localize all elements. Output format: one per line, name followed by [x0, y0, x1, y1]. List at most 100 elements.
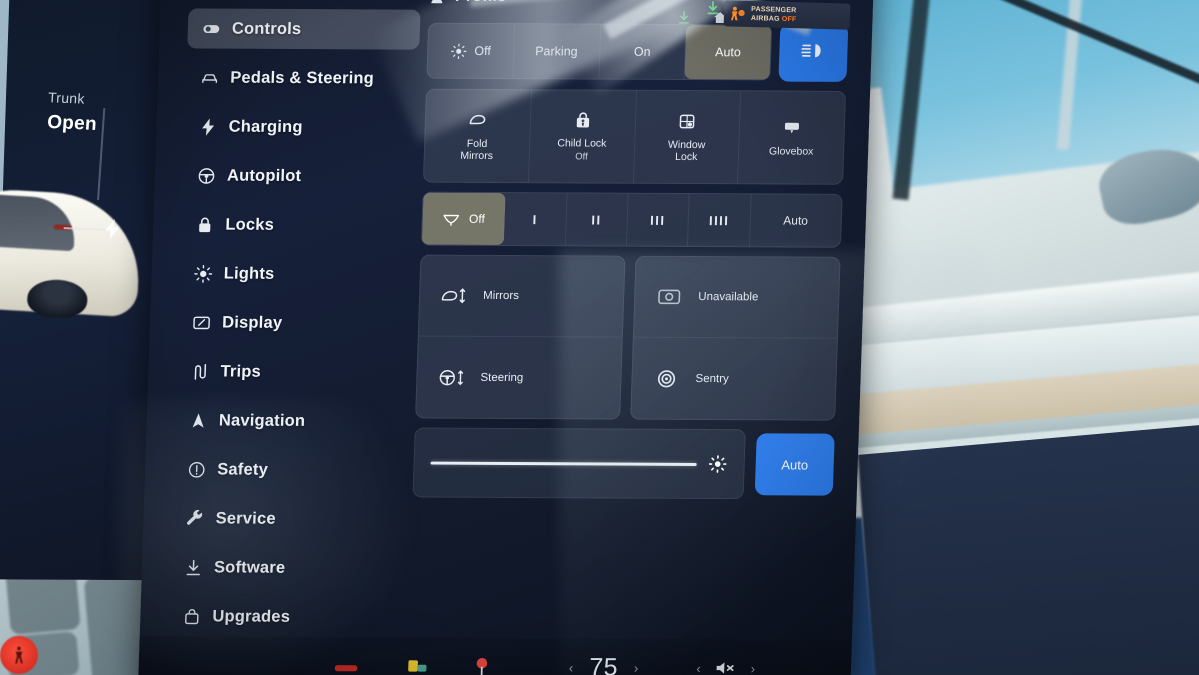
volume-decrease-button[interactable]: ‹: [696, 660, 701, 675]
toggle-switch-icon: [202, 19, 233, 38]
adjust-label: Unavailable: [698, 291, 759, 304]
tesla-screen: Controls Pedals & Steering Charging Auto…: [137, 0, 875, 675]
child-lock-icon: [571, 109, 594, 130]
bottom-shortcut-icons: [334, 656, 489, 675]
steering-adjust-icon: [437, 365, 466, 389]
adjust-label: Steering: [480, 371, 524, 384]
mirror-icon: [467, 109, 490, 130]
brightness-slider[interactable]: [412, 427, 746, 500]
settings-sidebar: Controls Pedals & Steering Charging Auto…: [167, 8, 421, 646]
camera-unavailable-button[interactable]: Unavailable: [633, 256, 840, 339]
volume-control: ‹ ›: [696, 659, 755, 675]
high-beam-icon: [800, 39, 827, 66]
headlight-option-parking[interactable]: Parking: [513, 24, 601, 79]
sun-icon: [450, 42, 468, 59]
headlight-option-label: Off: [474, 43, 492, 59]
wiper-option-label: IIII: [708, 212, 730, 228]
volume-increase-button[interactable]: ›: [751, 661, 756, 675]
sidebar-item-upgrades[interactable]: Upgrades: [168, 596, 401, 637]
sidebar-item-pedals-steering[interactable]: Pedals & Steering: [186, 57, 419, 98]
sidebar-item-software[interactable]: Software: [169, 547, 402, 588]
window-lock-icon: [676, 110, 699, 131]
seat-heater-icon[interactable]: [405, 657, 432, 675]
mirrors-adjust-button[interactable]: Mirrors: [418, 255, 625, 338]
quick-control-sub: Off: [575, 150, 588, 162]
bag-icon: [182, 607, 213, 626]
brightness-auto-label: Auto: [781, 456, 809, 473]
sidebar-item-lights[interactable]: Lights: [179, 253, 412, 294]
sun-icon: [193, 264, 224, 283]
headlight-option-label: On: [633, 44, 651, 59]
glovebox-button[interactable]: Glovebox: [738, 91, 845, 183]
sidebar-label: Lights: [223, 264, 275, 283]
sidebar-label: Software: [213, 557, 286, 577]
mirror-adjust-icon: [440, 284, 469, 308]
lightning-bolt-icon[interactable]: [101, 216, 125, 243]
steering-wheel-icon: [197, 166, 228, 185]
headlight-option-label: Auto: [714, 45, 742, 60]
wiper-option-off[interactable]: Off: [421, 192, 506, 246]
adjust-grid: Mirrors Steering Unavailable Sentry: [415, 254, 841, 421]
trunk-callout-line: [97, 108, 106, 201]
display-icon: [192, 313, 223, 332]
wiper-option-4[interactable]: IIII: [688, 194, 752, 247]
temp-increase-button[interactable]: ›: [634, 660, 639, 675]
trunk-label: Trunk: [47, 89, 86, 107]
navigation-arrow-icon: [189, 411, 220, 430]
headlight-option-auto[interactable]: Auto: [684, 25, 772, 80]
wiper-option-1[interactable]: I: [504, 193, 568, 246]
download-icon[interactable]: [676, 10, 692, 25]
sidebar-item-navigation[interactable]: Navigation: [174, 400, 407, 441]
headlight-option-off[interactable]: Off: [427, 23, 515, 79]
temperature-value[interactable]: 75: [589, 653, 619, 675]
brightness-row: Auto: [412, 427, 835, 500]
sidebar-item-safety[interactable]: Safety: [173, 449, 406, 490]
sentry-mode-button[interactable]: Sentry: [631, 338, 837, 420]
person-icon: [429, 0, 456, 5]
airbag-figure-icon: [728, 4, 746, 22]
temp-decrease-button[interactable]: ‹: [569, 660, 574, 675]
brightness-track[interactable]: [430, 461, 697, 466]
sidebar-label: Pedals & Steering: [229, 68, 375, 87]
sidebar-item-service[interactable]: Service: [171, 498, 404, 539]
download-icon: [184, 558, 215, 577]
wiper-option-2[interactable]: II: [565, 193, 629, 246]
adjust-label: Mirrors: [482, 289, 520, 303]
sidebar-item-trips[interactable]: Trips: [176, 351, 409, 392]
sidebar-label: Navigation: [218, 410, 306, 430]
seatbelt-warning-icon: [0, 636, 38, 674]
sidebar-label: Autopilot: [226, 166, 302, 185]
sidebar-label: Locks: [225, 215, 275, 234]
camera-icon: [655, 285, 684, 309]
fold-mirrors-button[interactable]: Fold Mirrors: [423, 89, 532, 183]
volume-muted-icon[interactable]: [714, 659, 737, 675]
sidebar-label: Charging: [228, 117, 303, 136]
steering-adjust-button[interactable]: Steering: [416, 337, 622, 419]
wiper-option-3[interactable]: III: [626, 193, 690, 246]
headlight-mode-selector: Off Parking On Auto: [426, 22, 773, 81]
quick-controls-card: Fold Mirrors Child Lock Off Window Lock …: [422, 88, 847, 185]
location-pin-icon[interactable]: [475, 657, 490, 675]
brightness-auto-button[interactable]: Auto: [754, 433, 835, 496]
quick-control-line1: Child Lock: [557, 137, 607, 150]
sidebar-item-display[interactable]: Display: [177, 302, 410, 343]
window-lock-button[interactable]: Window Lock: [633, 90, 742, 184]
sidebar-label: Upgrades: [212, 606, 291, 626]
bottom-status-bar: ‹ 75 › ‹ ›: [137, 635, 852, 675]
tesla-touchscreen-photo: Trunk Open Controls Pedals & Steering Ch…: [0, 0, 1199, 675]
lightning-bolt-icon: [198, 117, 229, 136]
child-lock-button[interactable]: Child Lock Off: [528, 90, 637, 183]
car-shortcut-icon[interactable]: [334, 658, 362, 674]
sidebar-label: Service: [215, 508, 277, 528]
wiper-option-auto[interactable]: Auto: [750, 194, 842, 246]
glovebox-icon: [781, 117, 804, 138]
high-beam-button[interactable]: [778, 23, 849, 82]
climate-temperature-control: ‹ 75 ›: [568, 653, 639, 675]
sidebar-item-charging[interactable]: Charging: [184, 106, 417, 147]
sidebar-item-autopilot[interactable]: Autopilot: [182, 155, 415, 196]
sidebar-item-controls[interactable]: Controls: [187, 8, 421, 50]
adjust-column-left: Mirrors Steering: [415, 254, 626, 420]
wiper-icon: [442, 211, 462, 226]
passenger-airbag-indicator: PASSENGER AIRBAG OFF: [723, 0, 851, 30]
sidebar-item-locks[interactable]: Locks: [181, 204, 414, 245]
